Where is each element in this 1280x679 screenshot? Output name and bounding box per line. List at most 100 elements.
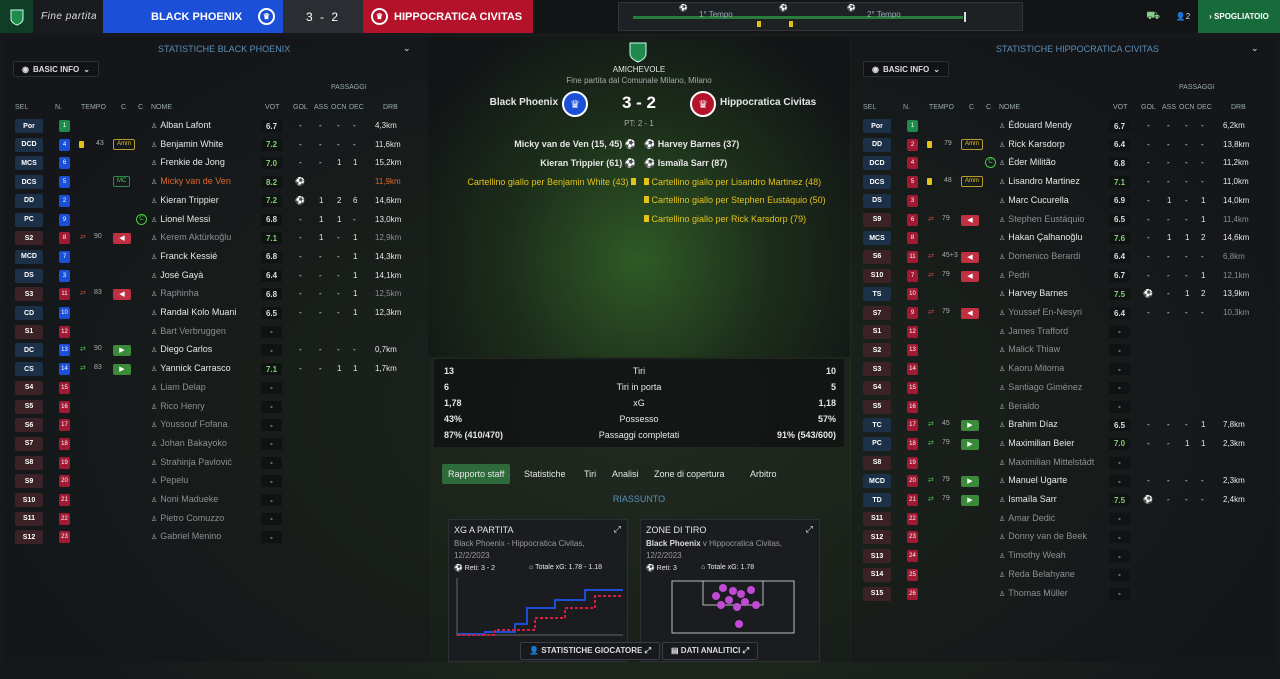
dressing-room-button[interactable]: › SPOGLIATOIO bbox=[1198, 0, 1280, 33]
player-name[interactable]: ♙ Johan Bakayoko bbox=[151, 438, 227, 448]
player-name[interactable]: ♙ Kaoru Mitoma bbox=[999, 363, 1064, 373]
player-row[interactable]: DCD 4 C ♙ Éder Militão 6.8 - - - - 11,2km bbox=[851, 154, 1277, 172]
player-name[interactable]: ♙ Franck Kessié bbox=[151, 251, 217, 261]
player-row[interactable]: S15 26 ♙ Thomas Müller - bbox=[851, 585, 1277, 603]
column-header-c[interactable]: C bbox=[138, 104, 143, 114]
people-count[interactable]: 👤 2 bbox=[1168, 0, 1198, 33]
player-row[interactable]: Por 1 ♙ Alban Lafont 6.7 - - - - 4,3km bbox=[3, 117, 429, 135]
player-row[interactable]: CD 10 ♙ Randal Kolo Muani 6.5 - - - 1 12,3km bbox=[3, 304, 429, 322]
home-team-banner[interactable]: BLACK PHOENIX ♛ bbox=[103, 0, 283, 33]
player-row[interactable]: S3 14 ♙ Kaoru Mitoma - bbox=[851, 360, 1277, 378]
player-row[interactable]: MCS 8 ♙ Hakan Çalhanoğlu 7.6 - 1 1 2 14,6km bbox=[851, 229, 1277, 247]
home-team-name[interactable]: Black Phoenix bbox=[490, 97, 558, 108]
player-name[interactable]: ♙ Domenico Berardi bbox=[999, 251, 1080, 261]
player-row[interactable]: DCS 5 48 Amm ♙ Lisandro Martinez 7.1 - - - - 11,0km bbox=[851, 173, 1277, 191]
player-name[interactable]: ♙ Manuel Ugarte bbox=[999, 475, 1067, 485]
player-name[interactable]: ♙ Maximilian Mittelstädt bbox=[999, 457, 1094, 467]
player-row[interactable]: S13 24 ♙ Timothy Weah - bbox=[851, 547, 1277, 565]
xg-timeline-card[interactable]: XG A PARTITA ⤢ Black Phoenix - Hippocrat… bbox=[448, 519, 628, 662]
player-name[interactable]: ♙ Alban Lafont bbox=[151, 120, 211, 130]
player-row[interactable]: MCS 6 ♙ Frenkie de Jong 7.0 - - 1 1 15,2km bbox=[3, 154, 429, 172]
column-header-ocn[interactable]: OCN bbox=[1179, 104, 1195, 114]
column-header-ass[interactable]: ASS bbox=[1162, 104, 1176, 114]
player-row[interactable]: S6 11 ⇄ 45+3 ◀ ♙ Domenico Berardi 6.4 - - - - 6,8km bbox=[851, 248, 1277, 266]
column-header-drb[interactable]: DRB bbox=[1231, 104, 1246, 114]
player-row[interactable]: S7 18 ♙ Johan Bakayoko - bbox=[3, 435, 429, 453]
basic-info-dropdown[interactable]: ◉ BASIC INFO ⌄ bbox=[13, 61, 99, 77]
player-row[interactable]: S10 21 ♙ Noni Madueke - bbox=[3, 491, 429, 509]
player-row[interactable]: DS 3 ♙ José Gayà 6.4 - - - 1 14,1km bbox=[3, 267, 429, 285]
column-header-gol[interactable]: GOL bbox=[293, 104, 308, 114]
player-name[interactable]: ♙ Gabriel Menino bbox=[151, 531, 221, 541]
column-header-c[interactable]: C bbox=[121, 104, 126, 114]
column-header-ocn[interactable]: OCN bbox=[331, 104, 347, 114]
player-row[interactable]: Por 1 ♙ Édouard Mendy 6.7 - - - - 6,2km bbox=[851, 117, 1277, 135]
player-row[interactable]: S12 23 ♙ Gabriel Menino - bbox=[3, 528, 429, 546]
column-header-vot[interactable]: VOT bbox=[1113, 104, 1127, 114]
column-header-sel[interactable]: SEL bbox=[863, 104, 876, 114]
player-name[interactable]: ♙ Beraldo bbox=[999, 401, 1039, 411]
player-row[interactable]: S3 11 ⇄ 83 ◀ ♙ Raphinha 6.8 - - - 1 12,5km bbox=[3, 285, 429, 303]
player-name[interactable]: ♙ Frenkie de Jong bbox=[151, 157, 225, 167]
player-name[interactable]: ♙ Liam Delap bbox=[151, 382, 206, 392]
player-row[interactable]: DCD 4 43 Amm ♙ Benjamin White 7.2 - - - - 11,6km bbox=[3, 136, 429, 154]
column-header-n[interactable]: N. bbox=[55, 104, 62, 114]
player-name[interactable]: ♙ Youssouf Fofana bbox=[151, 419, 228, 429]
basic-info-dropdown[interactable]: ◉ BASIC INFO ⌄ bbox=[863, 61, 949, 77]
column-header-c[interactable]: C bbox=[986, 104, 991, 114]
column-header-dec[interactable]: DEC bbox=[349, 104, 364, 114]
player-row[interactable]: S10 7 ⇄ 79 ◀ ♙ Pedri 6.7 - - - 1 12,1km bbox=[851, 267, 1277, 285]
player-name[interactable]: ♙ Brahim Díaz bbox=[999, 419, 1058, 429]
player-row[interactable]: DD 2 ♙ Kieran Trippier 7.2 ⚽ 1 2 6 14,6km bbox=[3, 192, 429, 210]
expand-icon[interactable]: ⤢ bbox=[614, 524, 621, 535]
player-name[interactable]: ♙ Malick Thiaw bbox=[999, 344, 1060, 354]
player-name[interactable]: ♙ Timothy Weah bbox=[999, 550, 1066, 560]
player-name[interactable]: ♙ Strahinja Pavlović bbox=[151, 457, 232, 467]
player-row[interactable]: DC 13 ⇄ 90 ▶ ♙ Diego Carlos - - - - - 0,7km bbox=[3, 341, 429, 359]
column-header-tempo[interactable]: TEMPO bbox=[929, 104, 954, 114]
player-row[interactable]: S11 22 ♙ Amar Dedić - bbox=[851, 510, 1277, 528]
expand-icon[interactable]: ⤢ bbox=[806, 524, 813, 535]
player-name[interactable]: ♙ Édouard Mendy bbox=[999, 120, 1072, 130]
match-timeline[interactable]: 1° Tempo 2° Tempo ⚽ ⚽ ⚽ bbox=[618, 2, 1023, 31]
player-name[interactable]: ♙ Ismaïla Sarr bbox=[999, 494, 1057, 504]
column-header-tempo[interactable]: TEMPO bbox=[81, 104, 106, 114]
player-row[interactable]: TD 21 ⇄ 79 ▶ ♙ Ismaïla Sarr 7.5 ⚽ - - - 2,4km bbox=[851, 491, 1277, 509]
column-header-nome[interactable]: NOME bbox=[999, 104, 1020, 114]
column-header-n[interactable]: N. bbox=[903, 104, 910, 114]
player-stats-button[interactable]: 👤 STATISTICHE GIOCATORE ⤢ bbox=[520, 642, 661, 660]
player-name[interactable]: ♙ José Gayà bbox=[151, 270, 203, 280]
column-header-sel[interactable]: SEL bbox=[15, 104, 28, 114]
player-name[interactable]: ♙ Lionel Messi bbox=[151, 214, 210, 224]
column-header-gol[interactable]: GOL bbox=[1141, 104, 1156, 114]
player-name[interactable]: ♙ Youssef En-Nesyri bbox=[999, 307, 1082, 317]
player-name[interactable]: ♙ Bart Verbruggen bbox=[151, 326, 226, 336]
player-name[interactable]: ♙ Pedri bbox=[999, 270, 1029, 280]
away-team-name[interactable]: Hippocratica Civitas bbox=[720, 97, 816, 108]
player-row[interactable]: TC 17 ⇄ 45 ▶ ♙ Brahim Díaz 6.5 - - - 1 7,8km bbox=[851, 416, 1277, 434]
player-row[interactable]: S2 13 ♙ Malick Thiaw - bbox=[851, 341, 1277, 359]
player-name[interactable]: ♙ Reda Belahyane bbox=[999, 569, 1075, 579]
player-name[interactable]: ♙ Stephen Eustáquio bbox=[999, 214, 1084, 224]
player-row[interactable]: TS 10 ♙ Harvey Barnes 7.5 ⚽ - 1 2 13,9km bbox=[851, 285, 1277, 303]
player-row[interactable]: S4 15 ♙ Liam Delap - bbox=[3, 379, 429, 397]
player-row[interactable]: S7 9 ⇄ 79 ◀ ♙ Youssef En-Nesyri 6.4 - - - - 10,3km bbox=[851, 304, 1277, 322]
player-row[interactable]: DCS 5 MC ♙ Micky van de Ven 8.2 ⚽ 11,9km bbox=[3, 173, 429, 191]
column-header-c[interactable]: C bbox=[969, 104, 974, 114]
column-header-vot[interactable]: VOT bbox=[265, 104, 279, 114]
player-name[interactable]: ♙ Randal Kolo Muani bbox=[151, 307, 236, 317]
player-row[interactable]: S14 25 ♙ Reda Belahyane - bbox=[851, 566, 1277, 584]
player-name[interactable]: ♙ Thomas Müller bbox=[999, 588, 1068, 598]
player-row[interactable]: MCD 7 ♙ Franck Kessié 6.8 - - - 1 14,3km bbox=[3, 248, 429, 266]
tab-coverage-zones[interactable]: Zone di copertura bbox=[648, 464, 731, 484]
player-name[interactable]: ♙ Éder Militão bbox=[999, 157, 1056, 167]
tab-analysis[interactable]: Analisi bbox=[606, 464, 645, 484]
away-team-banner[interactable]: ♛ HIPPOCRATICA CIVITAS bbox=[363, 0, 533, 33]
chevron-down-icon[interactable]: ⌄ bbox=[403, 43, 411, 54]
analytics-button[interactable]: ▤ DATI ANALITICI ⤢ bbox=[662, 642, 758, 660]
shot-zones-card[interactable]: ZONE DI TIRO ⤢ Black Phoenix v Hippocrat… bbox=[640, 519, 820, 662]
player-name[interactable]: ♙ Hakan Çalhanoğlu bbox=[999, 232, 1082, 242]
player-name[interactable]: ♙ Rico Henry bbox=[151, 401, 205, 411]
player-name[interactable]: ♙ Diego Carlos bbox=[151, 344, 212, 354]
player-row[interactable]: S1 12 ♙ Bart Verbruggen - bbox=[3, 323, 429, 341]
